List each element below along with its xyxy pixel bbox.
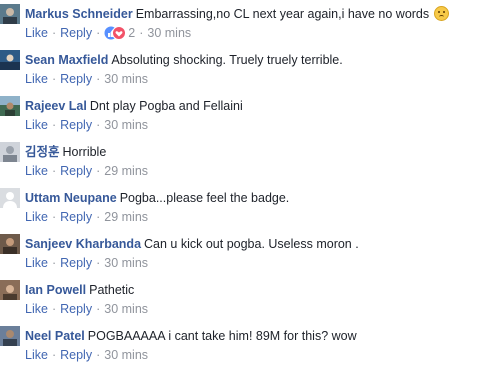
comment-text: Horrible <box>62 145 107 159</box>
comment-author[interactable]: Rajeev Lal <box>25 99 87 113</box>
separator: · <box>51 256 57 270</box>
reply-button[interactable]: Reply <box>60 164 92 178</box>
comment-item: Neel Patel POGBAAAAA i cant take him! 89M… <box>0 322 480 368</box>
reactions-icons[interactable] <box>104 26 127 44</box>
avatar[interactable] <box>0 50 20 70</box>
comment-author[interactable]: Ian Powell <box>25 283 86 297</box>
reply-button[interactable]: Reply <box>60 210 92 224</box>
separator: · <box>51 210 57 224</box>
separator: · <box>51 118 57 132</box>
like-button[interactable]: Like <box>25 118 48 132</box>
confused-face-icon <box>434 6 450 21</box>
comment-author[interactable]: 김정훈 <box>25 145 60 159</box>
comment-author[interactable]: Markus Schneider <box>25 7 133 21</box>
avatar[interactable] <box>0 96 20 116</box>
comment-text: Can u kick out pogba. Useless moron . <box>144 237 359 251</box>
comment-text: POGBAAAAA i cant take him! 89M for this?… <box>87 329 357 343</box>
comment-item: Sean Maxfield Absoluting shocking. Truely… <box>0 46 480 92</box>
reply-button[interactable]: Reply <box>60 256 92 270</box>
separator: · <box>96 302 101 316</box>
avatar[interactable] <box>0 234 20 254</box>
comment-item: Rajeev Lal Dnt play Pogba and Fellaini Li… <box>0 92 480 138</box>
like-button[interactable]: Like <box>25 256 48 270</box>
comment-timestamp[interactable]: 30 mins <box>104 302 148 316</box>
comment-author[interactable]: Neel Patel <box>25 329 85 343</box>
avatar[interactable] <box>0 4 20 24</box>
avatar[interactable] <box>0 280 20 300</box>
separator: · <box>139 26 144 40</box>
separator: · <box>96 72 101 86</box>
separator: · <box>51 302 57 316</box>
comment-text: Dnt play Pogba and Fellaini <box>89 99 243 113</box>
avatar[interactable] <box>0 326 20 346</box>
comment-author[interactable]: Sanjeev Kharbanda <box>25 237 141 251</box>
comment-item: Ian Powell Pathetic Like · Reply · 30 mins <box>0 276 480 322</box>
reply-button[interactable]: Reply <box>60 26 92 40</box>
reply-button[interactable]: Reply <box>60 118 92 132</box>
separator: · <box>96 164 101 178</box>
comment-item: Uttam Neupane Pogba...please feel the bad… <box>0 184 480 230</box>
like-button[interactable]: Like <box>25 26 48 40</box>
comment-text: Pogba...please feel the badge. <box>119 191 290 205</box>
comment-timestamp[interactable]: 29 mins <box>104 164 148 178</box>
comment-author[interactable]: Sean Maxfield <box>25 53 108 67</box>
like-button[interactable]: Like <box>25 164 48 178</box>
comment-timestamp[interactable]: 30 mins <box>104 72 148 86</box>
like-love-reaction-icon <box>104 26 127 40</box>
separator: · <box>51 164 57 178</box>
separator: · <box>96 210 101 224</box>
comment-text: Absoluting shocking. Truely truely terri… <box>111 53 343 67</box>
separator: · <box>96 256 101 270</box>
separator: · <box>96 118 101 132</box>
default-avatar-icon[interactable] <box>0 188 20 208</box>
like-button[interactable]: Like <box>25 72 48 86</box>
comment-item: Sanjeev Kharbanda Can u kick out pogba. U… <box>0 230 480 276</box>
like-button[interactable]: Like <box>25 210 48 224</box>
separator: · <box>51 26 57 40</box>
like-button[interactable]: Like <box>25 302 48 316</box>
separator: · <box>96 26 101 40</box>
comment-text: Embarrassing,no CL next year again,i hav… <box>135 7 430 21</box>
comment-author[interactable]: Uttam Neupane <box>25 191 117 205</box>
reply-button[interactable]: Reply <box>60 72 92 86</box>
comment-timestamp[interactable]: 30 mins <box>104 118 148 132</box>
avatar[interactable] <box>0 142 20 162</box>
comment-text: Pathetic <box>89 283 135 297</box>
comment-timestamp[interactable]: 30 mins <box>147 26 191 40</box>
reaction-count[interactable]: 2 <box>128 26 135 40</box>
reply-button[interactable]: Reply <box>60 302 92 316</box>
comment-item: 김정훈 Horrible Like · Reply · 29 mins <box>0 138 480 184</box>
comment-item: Markus Schneider Embarrassing,no CL next … <box>0 0 480 46</box>
comment-timestamp[interactable]: 29 mins <box>104 210 148 224</box>
comment-timestamp[interactable]: 30 mins <box>104 256 148 270</box>
separator: · <box>51 72 57 86</box>
